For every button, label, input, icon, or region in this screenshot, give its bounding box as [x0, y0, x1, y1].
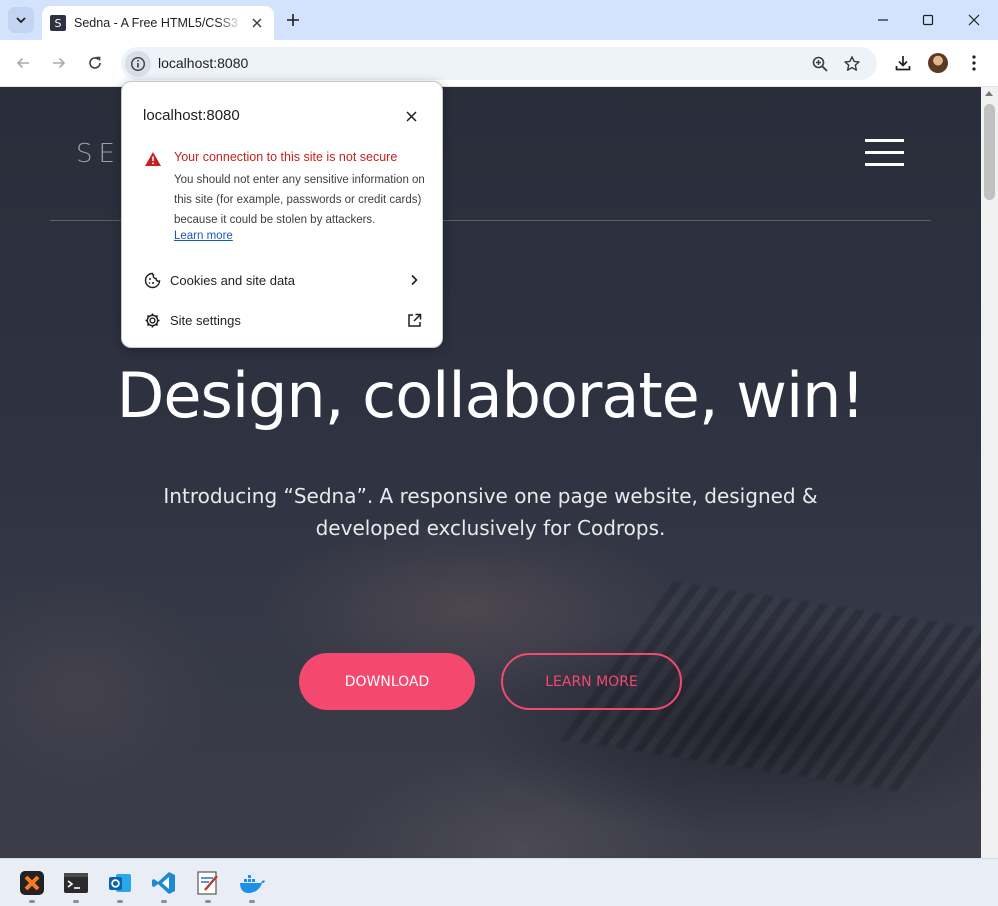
url-text[interactable]: localhost:8080	[158, 55, 248, 71]
close-icon	[252, 18, 262, 28]
arrow-right-icon	[53, 57, 66, 69]
zoom-in-icon	[812, 56, 828, 72]
warning-icon	[145, 152, 161, 166]
avatar	[928, 53, 948, 73]
menu-button[interactable]	[961, 50, 987, 76]
profile-button[interactable]	[925, 50, 951, 76]
download-icon	[895, 56, 911, 71]
site-settings-label: Site settings	[170, 312, 241, 328]
taskbar	[0, 858, 998, 906]
warning-body: You should not enter any sensitive infor…	[174, 174, 425, 226]
browser-toolbar: localhost:8080	[0, 40, 998, 87]
close-icon	[405, 110, 417, 122]
back-button[interactable]	[8, 48, 38, 78]
tab-title: Sedna - A Free HTML5/CSS3 website	[74, 16, 242, 30]
minimize-button[interactable]	[860, 6, 906, 34]
tab-close-button[interactable]	[248, 14, 266, 32]
site-info-popup: localhost:8080 Your connection to this s…	[121, 81, 443, 348]
vscode-icon[interactable]	[149, 868, 179, 903]
warning-title: Your connection to this site is not secu…	[174, 150, 398, 164]
tab-sedna[interactable]: S Sedna - A Free HTML5/CSS3 website	[42, 6, 274, 40]
learn-more-link[interactable]: Learn more	[174, 230, 233, 242]
logo-text: SE	[76, 139, 121, 169]
learn-more-button[interactable]: LEARN MORE	[501, 653, 682, 710]
cookie-icon	[143, 271, 161, 289]
chevron-down-icon	[16, 17, 26, 24]
scroll-up-arrow[interactable]	[985, 91, 993, 96]
zoom-button[interactable]	[809, 53, 831, 75]
page-scrollbar[interactable]	[981, 87, 998, 858]
close-icon	[968, 14, 980, 26]
hamburger-menu-button[interactable]	[865, 139, 905, 167]
site-settings-row[interactable]: Site settings	[122, 303, 442, 337]
star-icon	[844, 56, 860, 71]
reload-icon	[89, 56, 101, 69]
site-logo[interactable]: SE	[76, 139, 121, 169]
site-info-button[interactable]	[125, 51, 151, 77]
favicon: S	[50, 15, 66, 31]
popup-close-button[interactable]	[402, 107, 420, 125]
maximize-icon	[922, 14, 934, 26]
outlook-icon[interactable]	[105, 868, 135, 903]
forward-button[interactable]	[44, 48, 74, 78]
reload-button[interactable]	[80, 48, 110, 78]
plus-icon	[287, 14, 299, 26]
info-icon	[130, 56, 146, 72]
gear-icon	[143, 311, 161, 329]
terminal-icon[interactable]	[61, 868, 91, 903]
more-vertical-icon	[972, 55, 976, 71]
new-tab-button[interactable]	[282, 9, 304, 31]
minimize-icon	[878, 19, 888, 21]
popup-host: localhost:8080	[143, 107, 240, 124]
hero-title: Design, collaborate, win!	[116, 359, 866, 432]
tab-search-button[interactable]	[8, 7, 34, 33]
xampp-icon[interactable]	[17, 868, 47, 903]
external-link-icon	[405, 311, 423, 329]
download-button[interactable]: DOWNLOAD	[299, 653, 475, 710]
arrow-left-icon	[16, 57, 29, 69]
address-bar[interactable]: localhost:8080	[121, 47, 877, 80]
hero-subtitle: Introducing “Sedna”. A responsive one pa…	[163, 484, 818, 540]
docker-icon[interactable]	[237, 868, 267, 903]
cookies-label: Cookies and site data	[170, 272, 296, 288]
tab-strip: S Sedna - A Free HTML5/CSS3 website	[0, 0, 998, 40]
paint-icon[interactable]	[193, 868, 223, 903]
bookmark-button[interactable]	[841, 53, 863, 75]
chevron-right-icon	[405, 271, 423, 289]
close-window-button[interactable]	[951, 6, 997, 34]
maximize-button[interactable]	[905, 6, 951, 34]
scroll-thumb[interactable]	[984, 104, 995, 200]
downloads-button[interactable]	[890, 50, 916, 76]
cookies-row[interactable]: Cookies and site data	[122, 263, 442, 297]
